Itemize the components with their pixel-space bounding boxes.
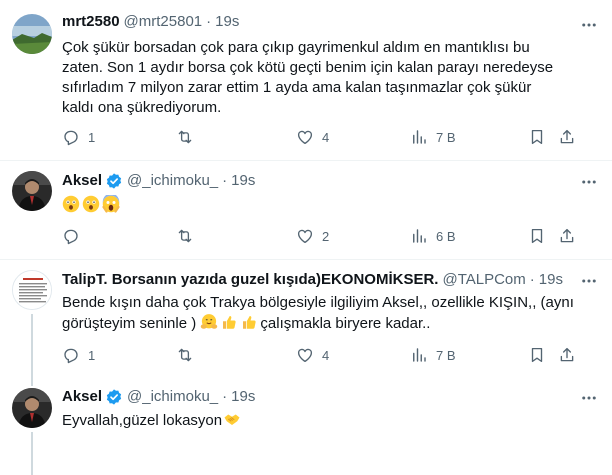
views-icon bbox=[413, 229, 426, 243]
bookmark-icon bbox=[531, 129, 543, 145]
tweet-1[interactable]: mrt2580 @mrt25801 · 19s Çok şükür borsad… bbox=[0, 0, 612, 160]
retweet-icon bbox=[178, 348, 192, 362]
view-count: 7 B bbox=[436, 347, 456, 363]
display-name[interactable]: mrt2580 bbox=[62, 12, 120, 32]
avatar[interactable] bbox=[12, 388, 52, 428]
like-count: 4 bbox=[322, 129, 330, 145]
like-button[interactable]: 4 bbox=[296, 346, 329, 364]
avatar[interactable] bbox=[12, 270, 52, 310]
views-button[interactable]: 7 B bbox=[410, 346, 456, 364]
user-handle[interactable]: @mrt25801 bbox=[124, 12, 203, 32]
tweet-header: TalipT. Borsanın yazıda guzel kışıda)EKO… bbox=[62, 270, 563, 290]
reply-count: 1 bbox=[88, 129, 96, 145]
reply-icon bbox=[64, 348, 78, 364]
retweet-button[interactable] bbox=[176, 128, 202, 146]
tweet-text-part-2: çalışmakla biryere kadar.. bbox=[260, 315, 431, 332]
tweet-header: Aksel @_ichimoku_ · 19s bbox=[62, 171, 255, 191]
heart-icon bbox=[297, 348, 313, 363]
retweet-icon bbox=[178, 229, 192, 243]
verified-badge-icon bbox=[106, 389, 122, 405]
user-handle[interactable]: @_ichimoku_ bbox=[127, 171, 218, 191]
retweet-button[interactable] bbox=[176, 346, 202, 364]
reply-count: 1 bbox=[88, 347, 96, 363]
bookmark-icon bbox=[531, 228, 543, 244]
tweet-actions: 1 4 7 B bbox=[62, 128, 582, 148]
tweet-header: mrt2580 @mrt25801 · 19s bbox=[62, 12, 239, 32]
avatar[interactable] bbox=[12, 14, 52, 54]
bookmark-button[interactable] bbox=[528, 346, 546, 364]
screaming-face-icon bbox=[102, 195, 120, 213]
thumbs-up-icon bbox=[223, 316, 237, 329]
handshake-icon bbox=[224, 414, 240, 425]
view-count: 6 B bbox=[436, 228, 456, 244]
bookmark-button[interactable] bbox=[528, 227, 546, 245]
reply-icon bbox=[64, 229, 78, 245]
tweet-text-content: Eyvallah,güzel lokasyon bbox=[62, 412, 223, 429]
share-button[interactable] bbox=[558, 346, 576, 364]
tweet-emojis bbox=[62, 195, 562, 216]
user-handle[interactable]: @TALPCom bbox=[442, 270, 525, 290]
like-count: 4 bbox=[322, 347, 330, 363]
reply-icon bbox=[64, 130, 78, 146]
thread-line bbox=[31, 432, 33, 475]
bookmark-icon bbox=[531, 347, 543, 363]
heart-icon bbox=[297, 229, 313, 244]
thread-line bbox=[31, 314, 33, 378]
tweet-header: Aksel @_ichimoku_ · 19s bbox=[62, 387, 255, 407]
avatar[interactable] bbox=[12, 171, 52, 211]
tweet-text: Bende kışın daha çok Trakya bölgesiyle i… bbox=[62, 293, 592, 334]
thread-line bbox=[31, 378, 33, 386]
bookmark-button[interactable] bbox=[528, 128, 546, 146]
more-icon[interactable] bbox=[580, 389, 598, 407]
share-icon bbox=[560, 228, 574, 243]
hugging-face-icon bbox=[201, 314, 218, 329]
timestamp[interactable]: 19s bbox=[231, 171, 255, 191]
separator: · bbox=[206, 13, 212, 30]
user-handle[interactable]: @_ichimoku_ bbox=[127, 387, 218, 407]
tweet-4[interactable]: Aksel @_ichimoku_ · 19s Eyvallah,güzel l… bbox=[0, 378, 612, 475]
tweet-text: Çok şükür borsadan çok para çıkıp gayrim… bbox=[62, 39, 554, 116]
retweet-button[interactable] bbox=[176, 227, 202, 245]
tweet-actions: 2 6 B bbox=[62, 227, 582, 247]
tweet-3[interactable]: TalipT. Borsanın yazıda guzel kışıda)EKO… bbox=[0, 260, 612, 378]
separator: · bbox=[222, 172, 228, 189]
tweet-text: Eyvallah,güzel lokasyon bbox=[62, 410, 562, 431]
views-icon bbox=[413, 348, 426, 362]
reply-button[interactable] bbox=[62, 227, 88, 245]
heart-icon bbox=[297, 130, 313, 145]
retweet-icon bbox=[178, 130, 192, 144]
timestamp[interactable]: 19s bbox=[539, 270, 563, 290]
like-count: 2 bbox=[322, 228, 330, 244]
tweet-2[interactable]: Aksel @_ichimoku_ · 19s 2 6 B bbox=[0, 161, 612, 259]
share-icon bbox=[560, 129, 574, 144]
thumbs-up-icon bbox=[243, 316, 257, 329]
astonished-face-icon bbox=[62, 195, 80, 213]
more-icon[interactable] bbox=[580, 272, 598, 290]
views-icon bbox=[413, 130, 426, 144]
separator: · bbox=[222, 388, 228, 405]
tweet-actions: 1 4 7 B bbox=[62, 346, 582, 366]
views-button[interactable]: 6 B bbox=[410, 227, 456, 245]
astonished-face-icon bbox=[82, 195, 100, 213]
display-name[interactable]: Aksel bbox=[62, 171, 102, 191]
share-icon bbox=[560, 347, 574, 362]
separator: · bbox=[529, 271, 535, 288]
reply-button[interactable]: 1 bbox=[62, 128, 95, 146]
reply-button[interactable]: 1 bbox=[62, 346, 95, 364]
display-name[interactable]: TalipT. Borsanın yazıda guzel kışıda)EKO… bbox=[62, 270, 438, 290]
timestamp[interactable]: 19s bbox=[231, 387, 255, 407]
verified-badge-icon bbox=[106, 173, 122, 189]
more-icon[interactable] bbox=[580, 16, 598, 34]
share-button[interactable] bbox=[558, 128, 576, 146]
display-name[interactable]: Aksel bbox=[62, 387, 102, 407]
more-icon[interactable] bbox=[580, 173, 598, 191]
like-button[interactable]: 2 bbox=[296, 227, 329, 245]
share-button[interactable] bbox=[558, 227, 576, 245]
view-count: 7 B bbox=[436, 129, 456, 145]
views-button[interactable]: 7 B bbox=[410, 128, 456, 146]
like-button[interactable]: 4 bbox=[296, 128, 329, 146]
timestamp[interactable]: 19s bbox=[215, 12, 239, 32]
